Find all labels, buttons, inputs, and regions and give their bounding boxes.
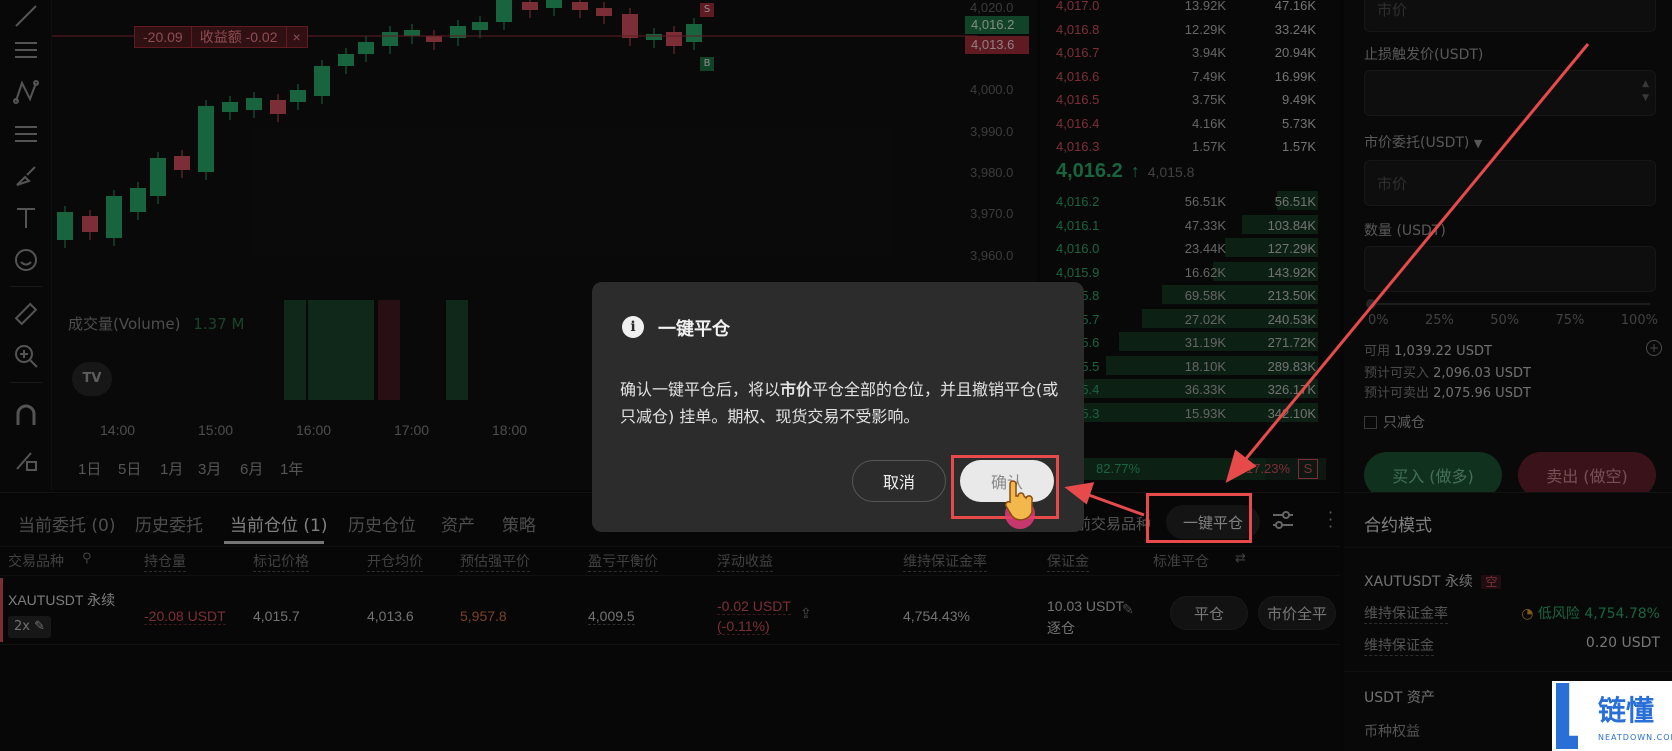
pointer-hand-icon	[1004, 480, 1035, 529]
watermark-text: 链懂	[1598, 694, 1655, 727]
trading-app: -20.09 收益额 -0.02 × 4,020.0 4,000.0 3,990…	[0, 0, 1672, 751]
watermark-l-icon	[1556, 683, 1578, 749]
watermark-sub: NEATDOWN.COM	[1598, 733, 1672, 742]
annotation-arrows	[1064, 43, 1590, 517]
watermark-logo: 链懂 NEATDOWN.COM	[1552, 681, 1672, 751]
